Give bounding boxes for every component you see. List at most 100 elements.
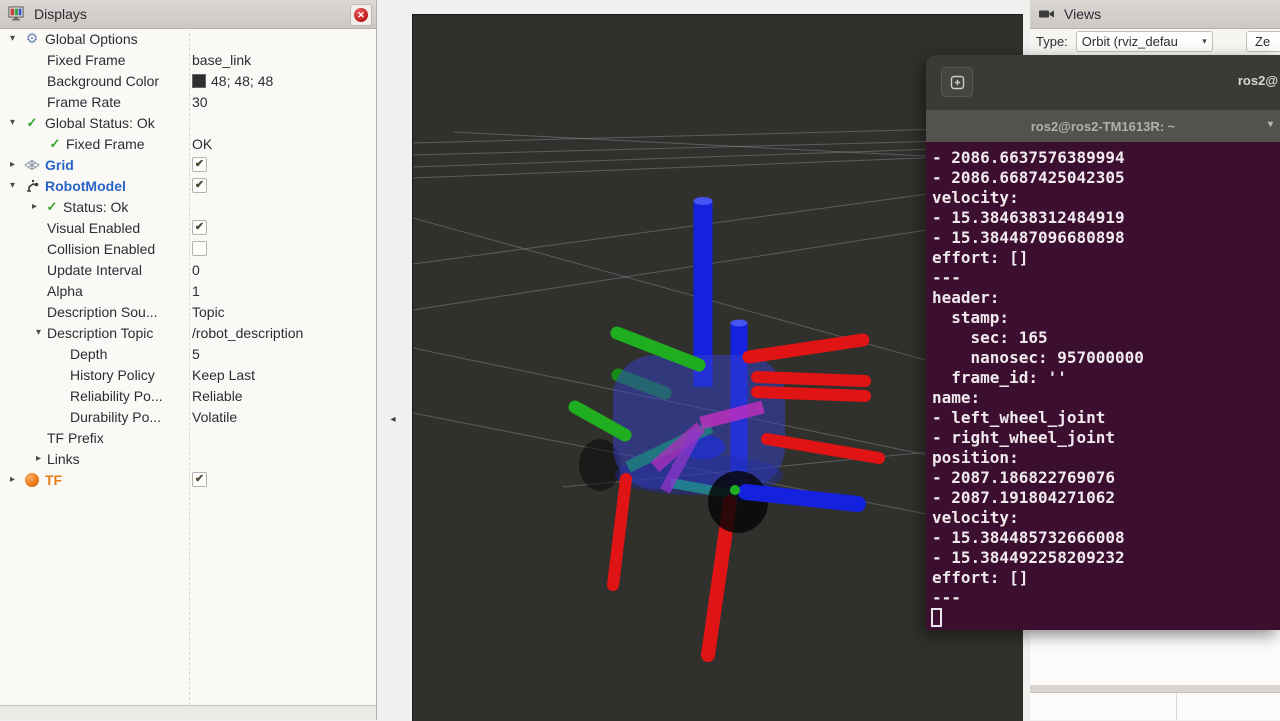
expand-arrow-icon[interactable] [30, 453, 47, 464]
row-value[interactable]: Volatile [192, 406, 237, 427]
terminal-window-title: ros2@ [1238, 73, 1278, 88]
expand-arrow-icon[interactable] [26, 201, 43, 212]
row-label: Background Color [47, 73, 159, 89]
tree-row-history-policy[interactable]: History Policy Keep Last [0, 364, 376, 385]
expand-arrow-icon[interactable] [30, 327, 47, 338]
tree-row-links[interactable]: Links [0, 448, 376, 469]
row-label: Fixed Frame [47, 52, 126, 68]
status-ok-check-icon: ✓ [46, 136, 64, 152]
displays-panel-footer [0, 705, 376, 720]
collision-enabled-checkbox[interactable] [192, 241, 207, 256]
displays-title-bar[interactable]: Displays [0, 0, 376, 29]
row-value[interactable]: Reliable [192, 385, 243, 406]
tree-row-global-status[interactable]: ✓ Global Status: Ok [0, 112, 376, 133]
terminal-tab[interactable]: ros2@ros2-TM1613R: ~ [926, 110, 1280, 142]
row-label: Global Status: Ok [45, 115, 155, 131]
terminal-window[interactable]: ros2@ ros2@ros2-TM1613R: ~ - 2086.663757… [926, 55, 1280, 630]
row-label: Update Interval [47, 262, 142, 278]
gear-icon: ⚙ [21, 30, 43, 47]
status-ok-check-icon: ✓ [43, 199, 61, 215]
view-type-dropdown[interactable]: Orbit (rviz_defau [1076, 31, 1213, 52]
tree-row-robot-model[interactable]: RobotModel [0, 175, 376, 196]
row-value[interactable]: Keep Last [192, 364, 255, 385]
tree-row-tf[interactable]: TF [0, 469, 376, 490]
views-title-bar[interactable]: Views [1030, 0, 1280, 29]
row-value[interactable]: Topic [192, 301, 225, 322]
close-icon [354, 8, 368, 22]
tree-row-fixed-frame[interactable]: Fixed Frame base_link [0, 49, 376, 70]
expand-arrow-icon[interactable] [4, 33, 21, 44]
tree-row-durability-policy[interactable]: Durability Po... Volatile [0, 406, 376, 427]
expand-arrow-icon[interactable] [4, 117, 21, 128]
splitter-collapse-icon[interactable] [386, 410, 400, 428]
row-label: Status: Ok [63, 199, 128, 215]
tree-row-description-source[interactable]: Description Sou... Topic [0, 301, 376, 322]
robot-icon [21, 179, 43, 193]
tree-row-tf-prefix[interactable]: TF Prefix [0, 427, 376, 448]
views-title: Views [1064, 6, 1101, 22]
row-label: Description Topic [47, 325, 153, 341]
row-value[interactable]: 0 [192, 259, 200, 280]
tree-row-global-options[interactable]: ⚙ Global Options [0, 28, 376, 49]
displays-panel: Displays ⚙ Global Options Fixed Frame ba… [0, 0, 377, 720]
row-label: TF [45, 472, 62, 488]
row-value: OK [192, 133, 212, 154]
grid-icon [21, 159, 43, 171]
tree-row-reliability-policy[interactable]: Reliability Po... Reliable [0, 385, 376, 406]
row-label: Grid [45, 157, 74, 173]
tree-row-grid[interactable]: Grid [0, 154, 376, 175]
row-label: Depth [70, 346, 107, 362]
expand-arrow-icon[interactable] [4, 474, 21, 485]
views-column-divider [1176, 693, 1177, 720]
tree-row-background-color[interactable]: Background Color 48; 48; 48 [0, 70, 376, 91]
terminal-header-bar[interactable]: ros2@ [926, 55, 1280, 110]
row-value[interactable]: base_link [192, 49, 251, 70]
row-label: Global Options [45, 31, 138, 47]
row-label: Collision Enabled [47, 241, 155, 257]
tf-warning-ball-icon [21, 473, 43, 487]
robot-model-checkbox[interactable] [192, 178, 207, 193]
tree-row-frame-rate[interactable]: Frame Rate 30 [0, 91, 376, 112]
new-tab-button[interactable] [941, 67, 973, 97]
row-label: Links [47, 451, 80, 467]
row-label: Description Sou... [47, 304, 158, 320]
row-label: Frame Rate [47, 94, 121, 110]
view-type-value: Orbit (rviz_defau [1082, 34, 1202, 49]
tree-row-alpha[interactable]: Alpha 1 [0, 280, 376, 301]
close-button[interactable] [350, 4, 372, 26]
tree-row-description-topic[interactable]: Description Topic /robot_description [0, 322, 376, 343]
new-tab-icon [950, 75, 965, 90]
tree-row-depth[interactable]: Depth 5 [0, 343, 376, 364]
terminal-tab-title: ros2@ros2-TM1613R: ~ [1031, 119, 1176, 134]
rviz-window: Displays ⚙ Global Options Fixed Frame ba… [0, 0, 1280, 720]
zero-button[interactable]: Ze [1246, 31, 1280, 52]
tree-row-collision-enabled[interactable]: Collision Enabled [0, 238, 376, 259]
type-label: Type: [1036, 34, 1068, 49]
robot-model [575, 197, 879, 655]
row-value[interactable]: 48; 48; 48 [192, 70, 273, 91]
row-label: Alpha [47, 283, 83, 299]
views-toolbar: Type: Orbit (rviz_defau Ze [1030, 28, 1280, 55]
tab-chevron-down-icon[interactable] [1268, 119, 1273, 130]
expand-arrow-icon[interactable] [4, 159, 21, 170]
terminal-cursor [931, 608, 942, 627]
grid-checkbox[interactable] [192, 157, 207, 172]
tree-row-visual-enabled[interactable]: Visual Enabled [0, 217, 376, 238]
tree-row-update-interval[interactable]: Update Interval 0 [0, 259, 376, 280]
tree-row-robot-status[interactable]: ✓ Status: Ok [0, 196, 376, 217]
row-value[interactable]: 1 [192, 280, 200, 301]
row-label: Fixed Frame [66, 136, 145, 152]
tree-row-fixed-frame-status[interactable]: ✓ Fixed Frame OK [0, 133, 376, 154]
displays-tree: ⚙ Global Options Fixed Frame base_link B… [0, 28, 376, 705]
row-value[interactable]: 5 [192, 343, 200, 364]
terminal-body[interactable]: - 2086.6637576389994 - 2086.668742504230… [926, 142, 1280, 630]
row-value[interactable]: /robot_description [192, 322, 303, 343]
status-ok-check-icon: ✓ [21, 115, 43, 131]
views-body-divider [1030, 685, 1280, 693]
row-label: Visual Enabled [47, 220, 140, 236]
expand-arrow-icon[interactable] [4, 180, 21, 191]
row-value[interactable]: 30 [192, 91, 208, 112]
tf-checkbox[interactable] [192, 472, 207, 487]
row-label: Reliability Po... [70, 388, 163, 404]
visual-enabled-checkbox[interactable] [192, 220, 207, 235]
